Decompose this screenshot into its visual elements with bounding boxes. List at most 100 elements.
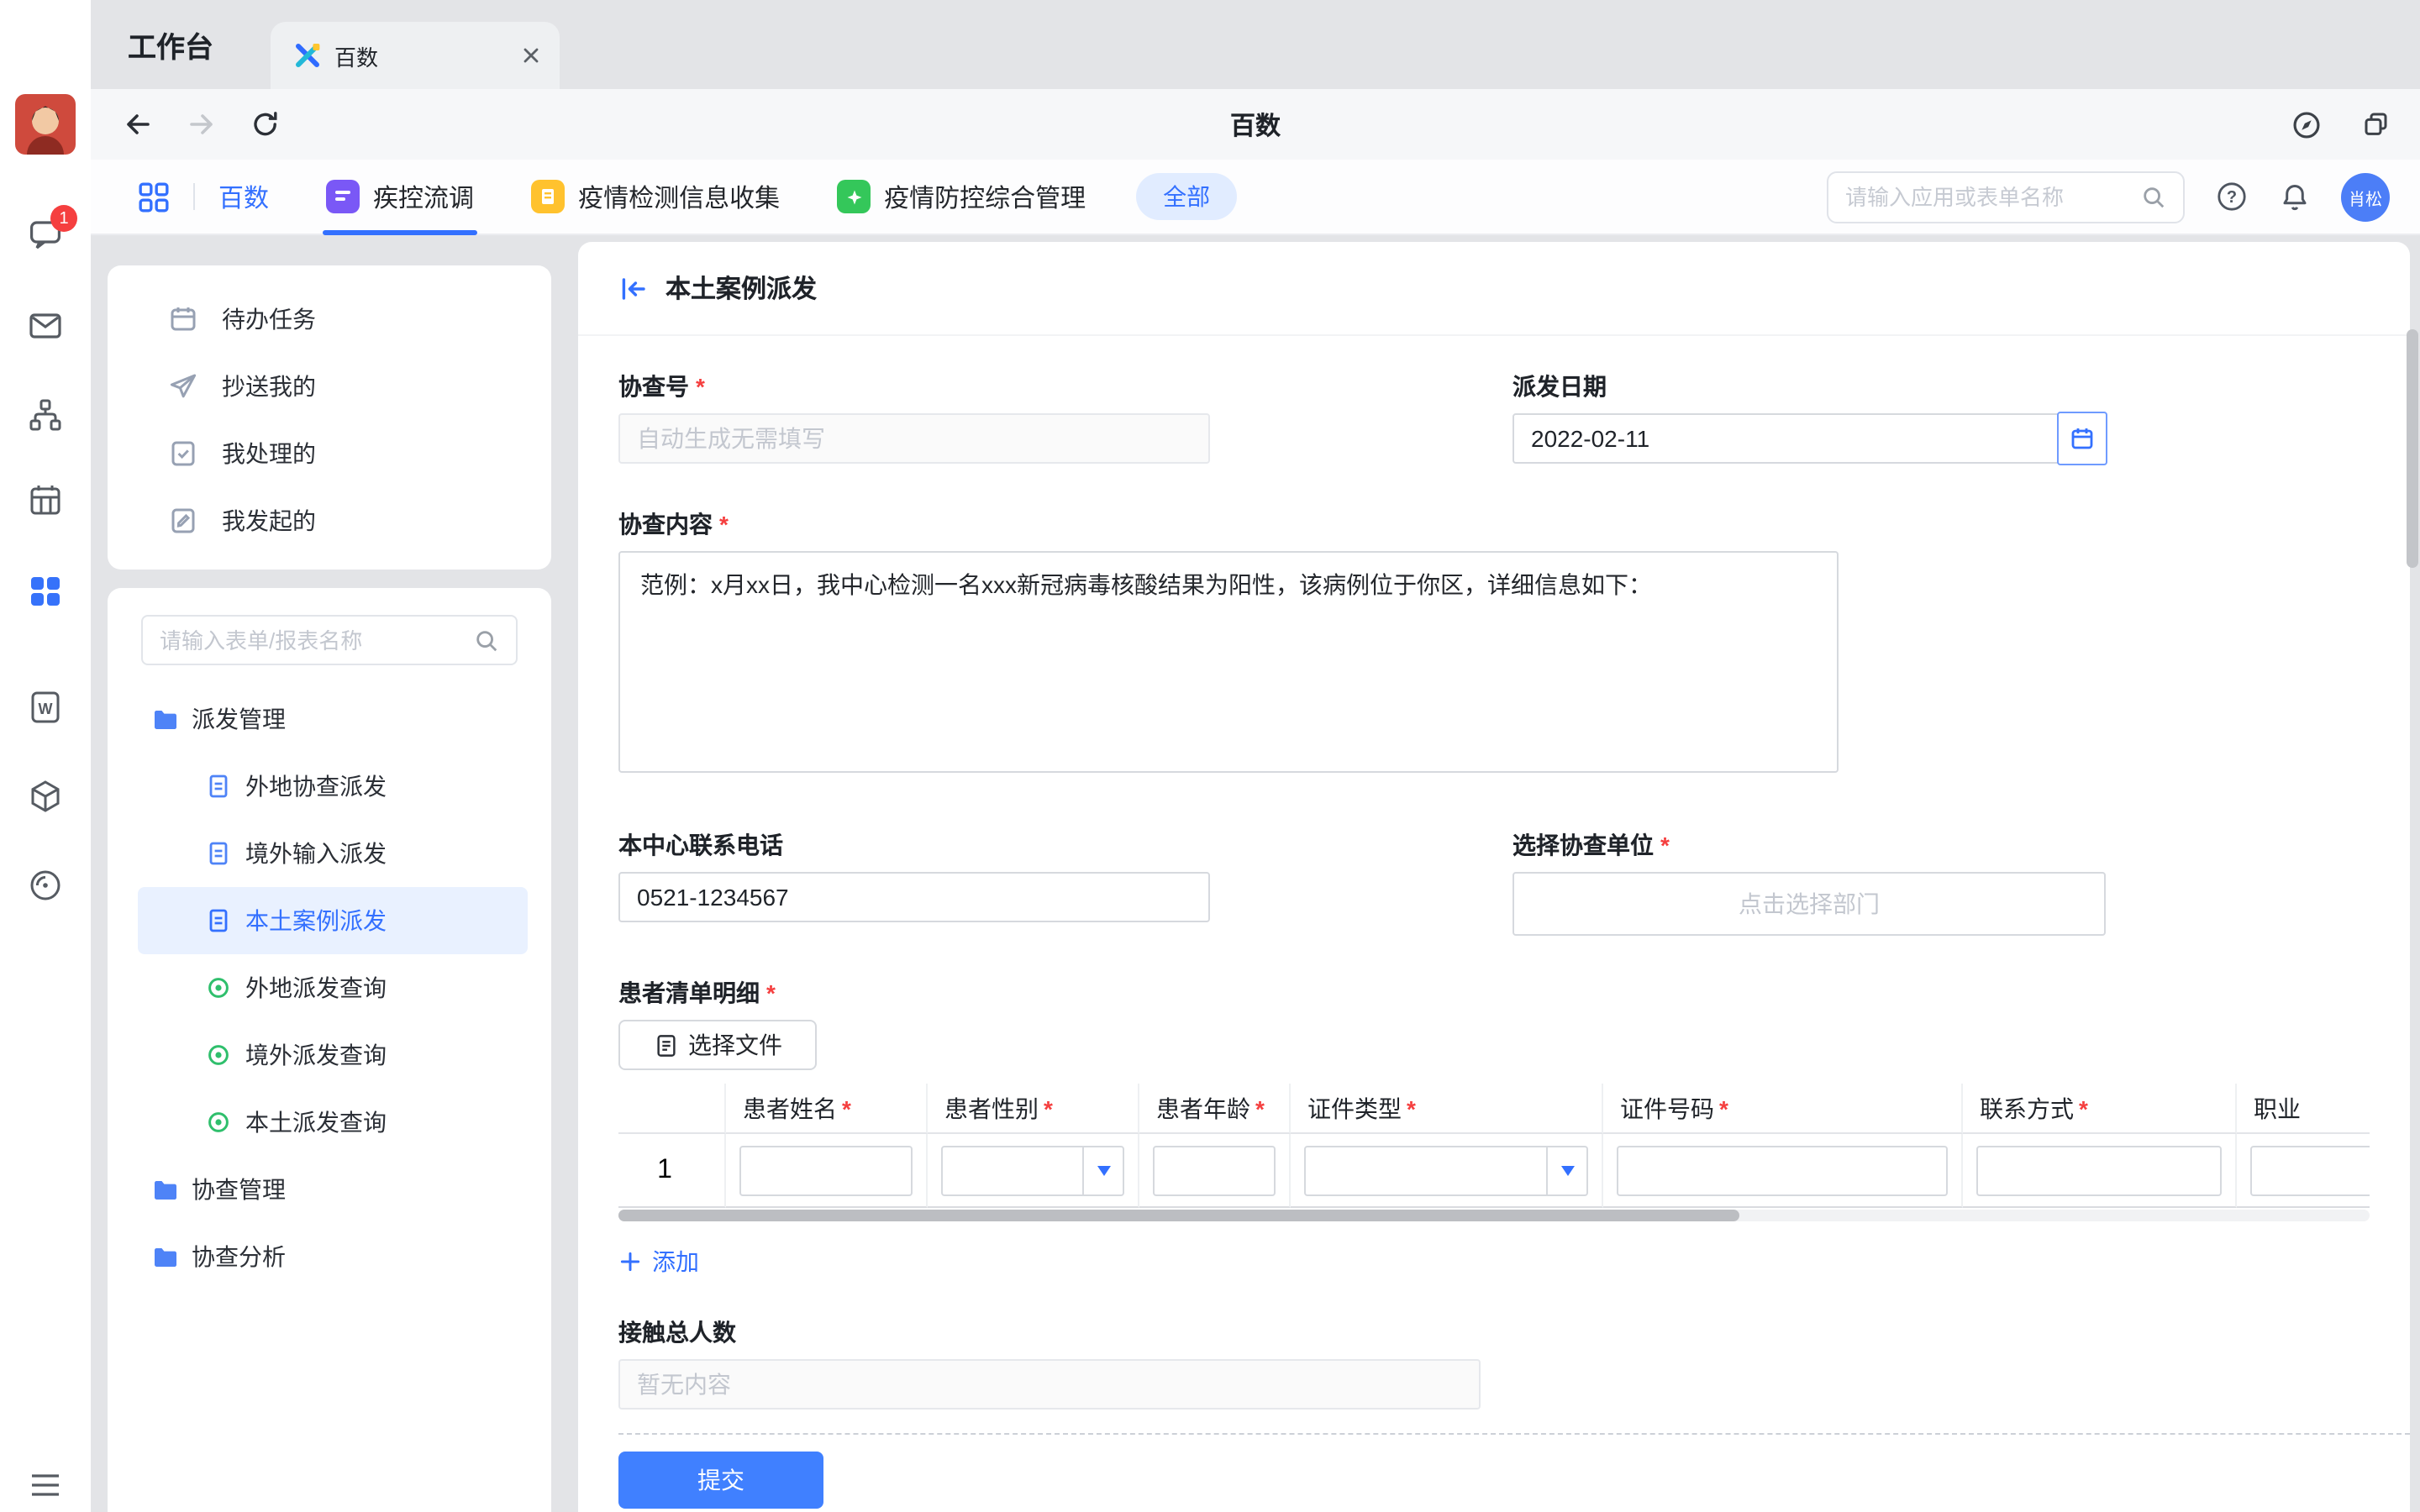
tab-strip: 工作台 百数 bbox=[91, 0, 2420, 89]
patient-age-input[interactable] bbox=[1153, 1145, 1276, 1195]
field-content: 协查内容* 范例：x月xx日，我中心检测一名xxx新冠病毒核酸结果为阳性，该病例… bbox=[618, 507, 2370, 781]
required-mark: * bbox=[1044, 1095, 1053, 1121]
id-number-input[interactable] bbox=[1617, 1145, 1948, 1195]
form-search-input[interactable] bbox=[160, 627, 474, 653]
center-phone-input[interactable] bbox=[618, 872, 1210, 922]
form-divider bbox=[618, 1433, 2410, 1435]
nav-tab-disease-control[interactable]: 疾控流调 bbox=[326, 159, 474, 234]
field-label: 患者清单明细 bbox=[618, 976, 760, 1010]
tree-item-outside-query[interactable]: 外地派发查询 bbox=[138, 954, 528, 1021]
quick-item-cc[interactable]: 抄送我的 bbox=[108, 353, 551, 420]
cube-icon[interactable] bbox=[25, 776, 66, 816]
chat-unread-badge: 1 bbox=[50, 205, 77, 232]
tree-item-local-query[interactable]: 本土派发查询 bbox=[138, 1089, 528, 1156]
nav-tab-label: 疾控流调 bbox=[373, 179, 474, 214]
table-header-row: 患者姓名* 患者性别* 患者年龄* 证件类型* 证件号码* 联系方式* 职业 bbox=[618, 1084, 2370, 1134]
nav-tab-epidemic-management[interactable]: 疫情防控综合管理 bbox=[837, 159, 1086, 234]
docs-w-icon[interactable]: W bbox=[25, 687, 66, 727]
field-label: 协查内容 bbox=[618, 507, 713, 541]
compass-icon[interactable] bbox=[2282, 101, 2329, 148]
forward-icon[interactable] bbox=[178, 101, 225, 148]
back-icon[interactable] bbox=[114, 101, 161, 148]
contact-total-input[interactable] bbox=[618, 1359, 1481, 1410]
field-investigation-no: 协查号* bbox=[618, 370, 1210, 464]
content-textarea[interactable]: 范例：x月xx日，我中心检测一名xxx新冠病毒核酸结果为阳性，该病例位于你区，详… bbox=[618, 551, 1839, 773]
form-title: 本土案例派发 bbox=[666, 270, 817, 306]
browser-tab[interactable]: 百数 bbox=[271, 22, 560, 89]
tree-item-overseas-query[interactable]: 境外派发查询 bbox=[138, 1021, 528, 1089]
refresh-icon[interactable] bbox=[242, 101, 289, 148]
add-row-button[interactable]: 添加 bbox=[618, 1245, 736, 1278]
quick-item-label: 我发起的 bbox=[222, 504, 316, 538]
search-icon bbox=[474, 627, 499, 653]
doc-edit-icon bbox=[168, 506, 198, 536]
org-chart-icon[interactable] bbox=[25, 395, 66, 435]
tree-item-overseas-dispatch[interactable]: 境外输入派发 bbox=[138, 820, 528, 887]
choose-file-button[interactable]: 选择文件 bbox=[618, 1020, 817, 1070]
folder-icon bbox=[151, 1243, 178, 1270]
nav-tab-epidemic-detection[interactable]: 疫情检测信息收集 bbox=[531, 159, 780, 234]
form-tree-panel: 派发管理 外地协查派发 境外输入派发 本土案例派发 外地派发查询 境外派发查询 bbox=[108, 588, 551, 1512]
page-vertical-scrollbar[interactable] bbox=[2407, 329, 2418, 568]
submit-button[interactable]: 提交 bbox=[618, 1452, 823, 1509]
user-badge[interactable]: 肖松 bbox=[2341, 172, 2390, 221]
workspace-title: 工作台 bbox=[128, 24, 213, 66]
tree-label: 境外派发查询 bbox=[245, 1038, 387, 1072]
field-label: 本中心联系电话 bbox=[618, 828, 783, 862]
search-icon bbox=[2141, 184, 2166, 209]
quick-item-todo[interactable]: 待办任务 bbox=[108, 286, 551, 353]
query-target-icon bbox=[205, 1109, 232, 1136]
patient-gender-select[interactable] bbox=[941, 1145, 1124, 1195]
tree-label: 外地协查派发 bbox=[245, 769, 387, 803]
coop-unit-selector[interactable] bbox=[1512, 872, 2106, 936]
send-icon bbox=[168, 371, 198, 402]
field-patient-list: 患者清单明细 * 选择文件 患者姓名* 患者性别* 患者年龄* 证件类型* 证件号… bbox=[618, 976, 2370, 1278]
quick-item-initiated[interactable]: 我发起的 bbox=[108, 487, 551, 554]
nav-home-link[interactable]: 百数 bbox=[218, 179, 269, 214]
nav-divider bbox=[193, 183, 195, 210]
table-horizontal-scrollbar[interactable] bbox=[618, 1210, 2370, 1221]
windows-icon[interactable] bbox=[2353, 101, 2400, 148]
app-search-box[interactable] bbox=[1827, 171, 2185, 223]
tree-group-investigation-analysis[interactable]: 协查分析 bbox=[138, 1223, 528, 1290]
app-search-input[interactable] bbox=[1845, 184, 2141, 209]
drive-icon[interactable] bbox=[25, 865, 66, 906]
collapse-back-icon[interactable] bbox=[618, 273, 649, 303]
field-center-phone: 本中心联系电话 bbox=[618, 828, 1210, 922]
tree-group-dispatch[interactable]: 派发管理 bbox=[138, 685, 528, 753]
dropdown-arrow-icon[interactable] bbox=[1546, 1147, 1586, 1194]
occupation-input[interactable] bbox=[2250, 1145, 2370, 1195]
mail-icon[interactable] bbox=[25, 306, 66, 346]
row-phone-unit: 本中心联系电话 选择协查单位* bbox=[618, 828, 2370, 939]
app-navbar: 百数 疾控流调 疫情检测信息收集 疫情防控综合管理 全部 bbox=[91, 160, 2420, 235]
avatar-photo bbox=[15, 94, 76, 155]
dispatch-date-input[interactable] bbox=[1512, 413, 2106, 464]
quick-item-processed[interactable]: 我处理的 bbox=[108, 420, 551, 487]
field-label: 派发日期 bbox=[1512, 370, 1607, 403]
id-type-select[interactable] bbox=[1304, 1145, 1588, 1195]
required-mark: * bbox=[696, 373, 705, 400]
user-avatar[interactable] bbox=[15, 94, 76, 155]
tab-close-icon[interactable] bbox=[519, 44, 543, 67]
contact-input[interactable] bbox=[1976, 1145, 2222, 1195]
tree-item-outside-dispatch[interactable]: 外地协查派发 bbox=[138, 753, 528, 820]
hamburger-menu-icon[interactable] bbox=[25, 1465, 66, 1505]
investigation-no-input[interactable] bbox=[618, 413, 1210, 464]
bell-icon[interactable] bbox=[2279, 181, 2311, 213]
patient-name-input[interactable] bbox=[739, 1145, 913, 1195]
form-search-box[interactable] bbox=[141, 615, 518, 665]
form-header: 本土案例派发 bbox=[578, 242, 2410, 336]
calendar-grid-icon[interactable] bbox=[25, 480, 66, 521]
tree-item-local-dispatch[interactable]: 本土案例派发 bbox=[138, 887, 528, 954]
apps-grid-icon[interactable] bbox=[138, 181, 170, 213]
nav-tab-label: 疫情检测信息收集 bbox=[578, 179, 780, 214]
dropdown-arrow-icon[interactable] bbox=[1082, 1147, 1123, 1194]
svg-text:?: ? bbox=[2227, 188, 2237, 207]
calendar-picker-button[interactable] bbox=[2057, 412, 2107, 465]
help-icon[interactable]: ? bbox=[2215, 180, 2249, 213]
workbench-grid-icon[interactable] bbox=[25, 571, 66, 612]
col-header: 患者姓名* bbox=[726, 1084, 928, 1134]
nav-all-button[interactable]: 全部 bbox=[1136, 173, 1237, 220]
scrollbar-thumb[interactable] bbox=[618, 1210, 1739, 1221]
tree-group-investigation-mgmt[interactable]: 协查管理 bbox=[138, 1156, 528, 1223]
